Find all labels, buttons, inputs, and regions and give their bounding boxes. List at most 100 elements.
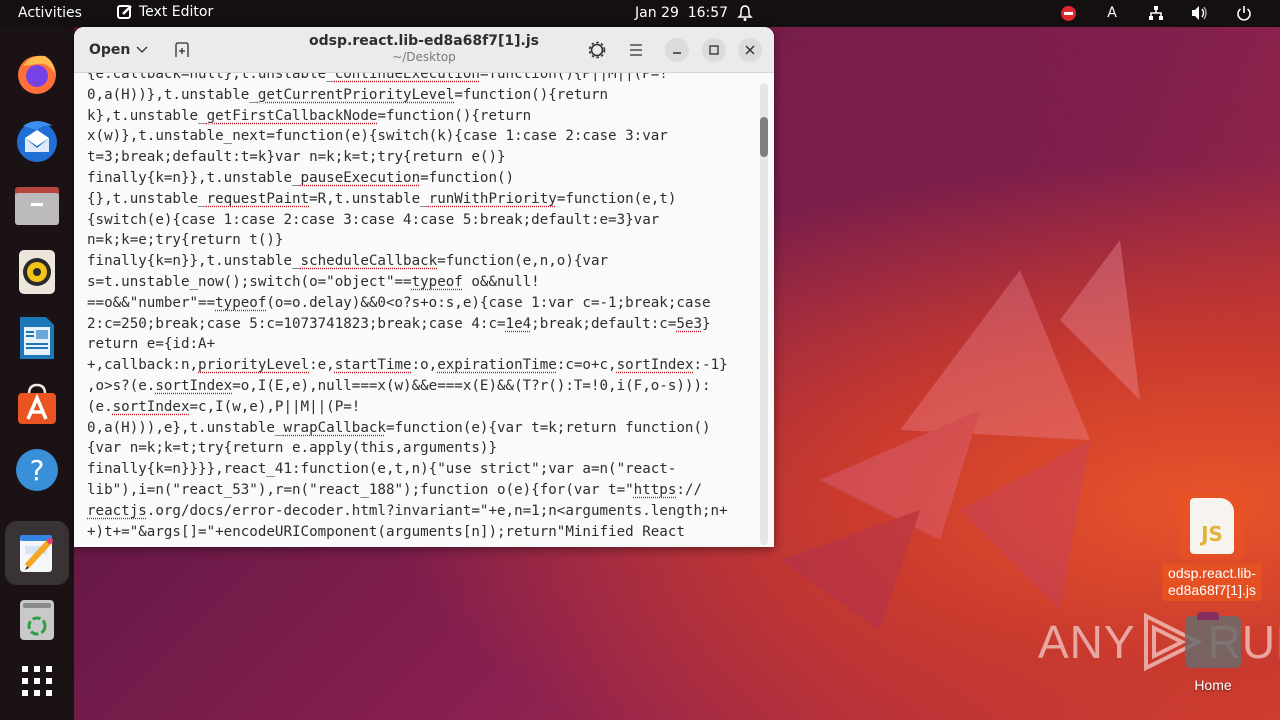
main-menu-button[interactable]: [622, 36, 650, 64]
code-line[interactable]: (e.sortIndex=c,I(w,e),P||M||(P=!: [87, 397, 763, 418]
maximize-button[interactable]: [702, 38, 726, 62]
new-tab-button[interactable]: [168, 36, 196, 64]
code-line[interactable]: k},t.unstable_getFirstCallbackNode=funct…: [87, 106, 763, 127]
code-text: =function(e,t): [556, 190, 677, 207]
text-view[interactable]: {e.callback=null},t.unstable_continueExe…: [74, 73, 774, 547]
files-icon: [15, 187, 59, 225]
code-text: =function(e){var t=k;return function(): [385, 419, 711, 436]
system-tray[interactable]: A: [1046, 3, 1266, 23]
code-line[interactable]: reactjs.org/docs/error-decoder.html?inva…: [87, 501, 763, 522]
firefox-icon: [18, 55, 56, 94]
code-line[interactable]: finally{k=n}},t.unstable_scheduleCallbac…: [87, 251, 763, 272]
code-line[interactable]: ==o&&"number"==typeof(o=o.delay)&&0<o?s+…: [87, 293, 763, 314]
code-line[interactable]: s=t.unstable_now();switch(o="object"==ty…: [87, 272, 763, 293]
code-line[interactable]: +)t+="&args[]="+encodeURIComponent(argum…: [87, 522, 763, 543]
js-file-icon: JS: [1190, 498, 1234, 554]
code-text: :c=o+c,: [556, 357, 617, 374]
code-text: 0,a(H))),e},t.unstable_: [87, 419, 284, 436]
code-text: (e.: [87, 398, 113, 415]
app-menu[interactable]: Text Editor: [117, 4, 213, 20]
dock-item-files[interactable]: [5, 174, 69, 238]
code-text: =o,I(E,e),null===x(w)&&e===x(E)&&(T?r():…: [232, 377, 711, 394]
code-line[interactable]: {switch(e){case 1:case 2:case 3:case 4:c…: [87, 210, 763, 231]
file-icon-selection: JS: [1179, 493, 1245, 559]
code-line[interactable]: finally{k=n}}}},react_41:function(e,t,n)…: [87, 459, 763, 480]
close-button[interactable]: [738, 38, 762, 62]
code-text: n=k;k=e;try{return t()}: [87, 232, 284, 249]
minimize-button[interactable]: [665, 38, 689, 62]
rhythmbox-icon: [19, 250, 55, 294]
spellcheck-underline: 5e3: [676, 315, 703, 332]
code-line[interactable]: {e.callback=null},t.unstable_continueExe…: [87, 73, 763, 85]
code-text: {switch(e){case 1:case 2:case 3:case 4:c…: [87, 211, 660, 228]
code-text: {var n=k;k=t;try{return e.apply(this,arg…: [87, 440, 497, 457]
dock-item-trash[interactable]: [5, 588, 69, 652]
minimize-icon: [673, 52, 681, 54]
code-text: 2:c=250;break;case 5:c=1073741823;break;…: [87, 315, 506, 332]
volume-icon[interactable]: [1178, 3, 1222, 23]
dock-item-firefox[interactable]: [5, 42, 69, 106]
desktop-file-label: odsp.react.lib- ed8a68f7[1].js: [1162, 563, 1262, 601]
code-line[interactable]: return e={id:A+: [87, 334, 763, 355]
dock-item-writer[interactable]: [5, 306, 69, 370]
app-name: Text Editor: [139, 4, 214, 20]
spellcheck-underline: https: [633, 481, 677, 498]
input-source-indicator[interactable]: A: [1090, 3, 1134, 23]
code-text: return e={id:A+: [87, 336, 216, 353]
code-text: ://: [676, 481, 703, 498]
do-not-disturb-icon[interactable]: [1046, 3, 1090, 23]
software-icon: [18, 383, 56, 424]
clock[interactable]: Jan 29 16:57: [635, 5, 728, 21]
window-title: odsp.react.lib-ed8a68f7[1].js: [309, 33, 539, 49]
spellcheck-underline: typeof: [215, 294, 267, 311]
spellcheck-underline: startTime: [334, 357, 412, 374]
code-line[interactable]: ,o>s?(e.sortIndex=o,I(E,e),null===x(w)&&…: [87, 376, 763, 397]
code-text: .org/docs/error-decoder.html?invariant="…: [146, 502, 728, 519]
vertical-scrollbar[interactable]: [760, 83, 768, 545]
code-line[interactable]: 2:c=250;break;case 5:c=1073741823;break;…: [87, 314, 763, 335]
code-line[interactable]: +,callback:n,priorityLevel:e,startTime:o…: [87, 355, 763, 376]
desktop-home-icon[interactable]: Home: [1180, 612, 1246, 693]
code-text: =function(){return: [454, 86, 609, 103]
code-line[interactable]: t=3;break;default:t=k}var n=k;k=t;try{re…: [87, 147, 763, 168]
dock-item-rhythmbox[interactable]: [5, 240, 69, 304]
show-applications-button[interactable]: [5, 649, 69, 713]
code-text: s=t.unstable_now();switch(o="object"==: [87, 273, 412, 290]
text-editor-icon: [20, 535, 53, 572]
code-line[interactable]: {var n=k;k=t;try{return e.apply(this,arg…: [87, 438, 763, 459]
code-line[interactable]: n=k;k=e;try{return t()}: [87, 230, 763, 251]
network-icon[interactable]: [1134, 3, 1178, 23]
code-content[interactable]: {e.callback=null},t.unstable_continueExe…: [87, 73, 763, 542]
code-line[interactable]: x(w)},t.unstable_next=function(e){switch…: [87, 126, 763, 147]
scrollbar-thumb[interactable]: [760, 117, 768, 157]
settings-button[interactable]: [583, 36, 611, 64]
code-line[interactable]: lib"),i=n("react_53"),r=n("react_188");f…: [87, 480, 763, 501]
power-icon[interactable]: [1222, 3, 1266, 23]
spellcheck-underline: sortIndex: [155, 377, 233, 394]
close-icon: [745, 45, 755, 55]
notification-bell-icon[interactable]: [737, 4, 753, 26]
spellcheck-underline: wrapCallback: [283, 419, 386, 436]
code-line[interactable]: finally{k=n}},t.unstable_pauseExecution=…: [87, 168, 763, 189]
code-line[interactable]: {},t.unstable_requestPaint=R,t.unstable_…: [87, 189, 763, 210]
code-line[interactable]: 0,a(H))},t.unstable_getCurrentPriorityLe…: [87, 85, 763, 106]
dock-item-text-editor[interactable]: [5, 521, 69, 585]
spellcheck-underline: 1e4: [505, 315, 532, 332]
code-text: {e.callback=null},t.unstable_: [87, 73, 335, 82]
code-line[interactable]: 0,a(H))),e},t.unstable_wrapCallback=func…: [87, 418, 763, 439]
maximize-icon: [709, 45, 719, 55]
watermark-left: ANY: [1038, 616, 1136, 668]
spellcheck-underline: continueExecution: [334, 73, 480, 82]
code-text: ==o&&"number"==: [87, 294, 216, 311]
spellcheck-underline: pauseExecution: [300, 169, 421, 186]
spellcheck-underline: getCurrentPriorityLevel: [257, 86, 455, 103]
spellcheck-underline: requestPaint: [206, 190, 310, 207]
desktop-file-icon[interactable]: JS odsp.react.lib- ed8a68f7[1].js: [1150, 493, 1274, 601]
activities-button[interactable]: Activities: [18, 5, 82, 21]
dock-item-ubuntu-software[interactable]: [5, 372, 69, 436]
code-text: t=3;break;default:t=k}var n=k;k=t;try{re…: [87, 149, 506, 166]
dock-item-thunderbird[interactable]: [5, 108, 69, 172]
open-button[interactable]: Open: [82, 36, 155, 64]
hamburger-menu-icon: [630, 44, 642, 56]
dock-item-help[interactable]: ?: [5, 438, 69, 502]
